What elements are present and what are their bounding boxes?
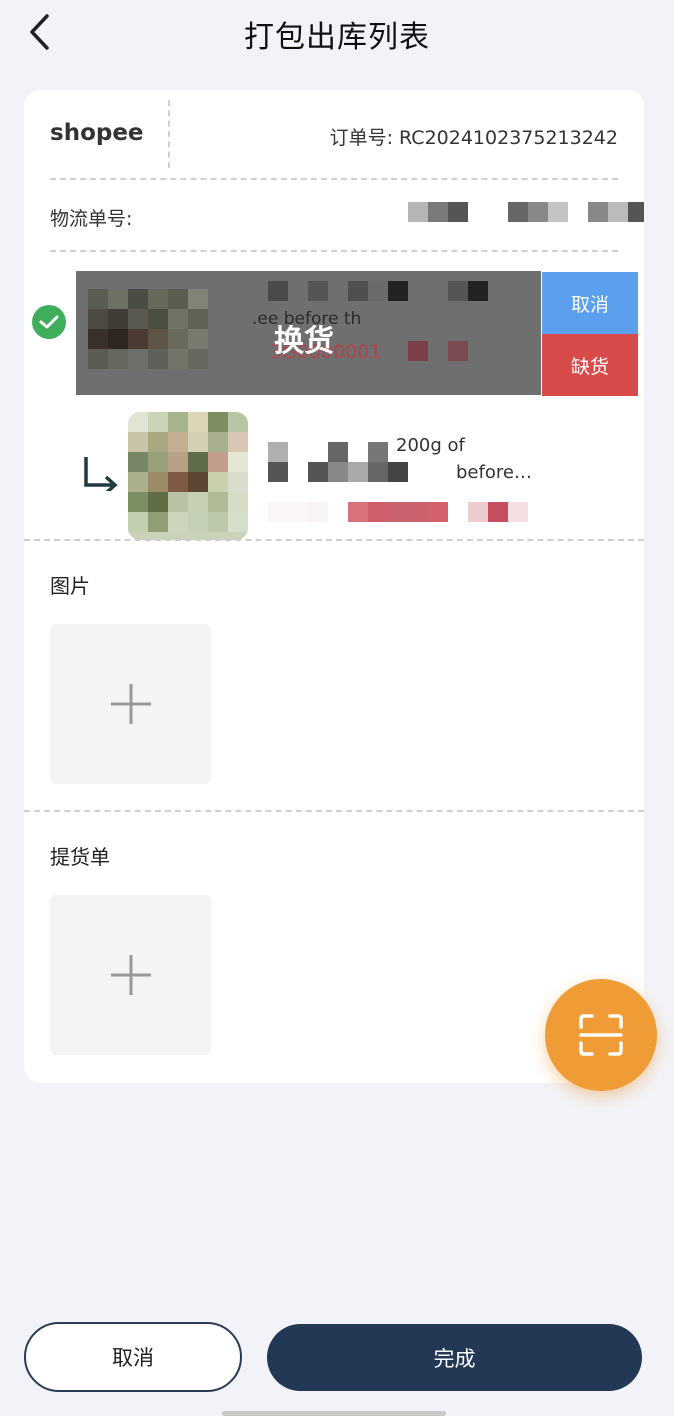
done-button[interactable]: 完成	[267, 1324, 642, 1391]
sub-item-code-redacted	[268, 502, 528, 522]
sub-item-text-line1: 200g of	[396, 435, 465, 456]
logistics-number-redacted	[408, 202, 644, 222]
item-thumbnail-redacted	[88, 289, 208, 369]
swipe-cancel-button[interactable]: 取消	[542, 272, 638, 334]
platform-name: shopee	[50, 120, 144, 146]
item-code-redacted	[408, 341, 468, 361]
plus-icon	[110, 955, 151, 995]
item-title-redacted	[268, 281, 488, 301]
page-title: 打包出库列表	[244, 20, 430, 55]
out-of-stock-button[interactable]: 缺货	[542, 334, 638, 396]
top-bar: 打包出库列表	[0, 0, 674, 68]
home-indicator	[222, 1411, 446, 1416]
logistics-row: 物流单号:	[50, 182, 644, 252]
logistics-label: 物流单号:	[50, 208, 133, 230]
order-number: 订单号: RC2024102375213242	[329, 127, 618, 149]
images-section-label: 图片	[50, 574, 90, 598]
sub-item-text-line2: before…	[456, 462, 532, 483]
scan-icon	[579, 1014, 623, 1056]
section-divider	[24, 810, 644, 812]
sub-item-arrow-icon	[84, 457, 118, 491]
vertical-divider	[168, 100, 170, 168]
image-upload-button[interactable]	[50, 624, 211, 784]
order-card: shopee 订单号: RC2024102375213242 物流单号: .ee…	[24, 90, 644, 1083]
section-divider	[24, 539, 644, 541]
sub-item-title-redacted	[268, 442, 408, 482]
pickup-section-label: 提货单	[50, 845, 110, 869]
scan-button[interactable]	[545, 979, 657, 1091]
plus-icon	[110, 684, 151, 724]
order-header-row: shopee 订单号: RC2024102375213242	[50, 90, 618, 180]
sub-thumbnail-mosaic	[128, 412, 248, 532]
sub-item-thumbnail	[128, 412, 248, 540]
cancel-button[interactable]: 取消	[24, 1322, 242, 1392]
pickup-upload-button[interactable]	[50, 895, 211, 1055]
exchange-badge: 换货	[274, 324, 334, 359]
check-icon[interactable]	[32, 305, 66, 339]
